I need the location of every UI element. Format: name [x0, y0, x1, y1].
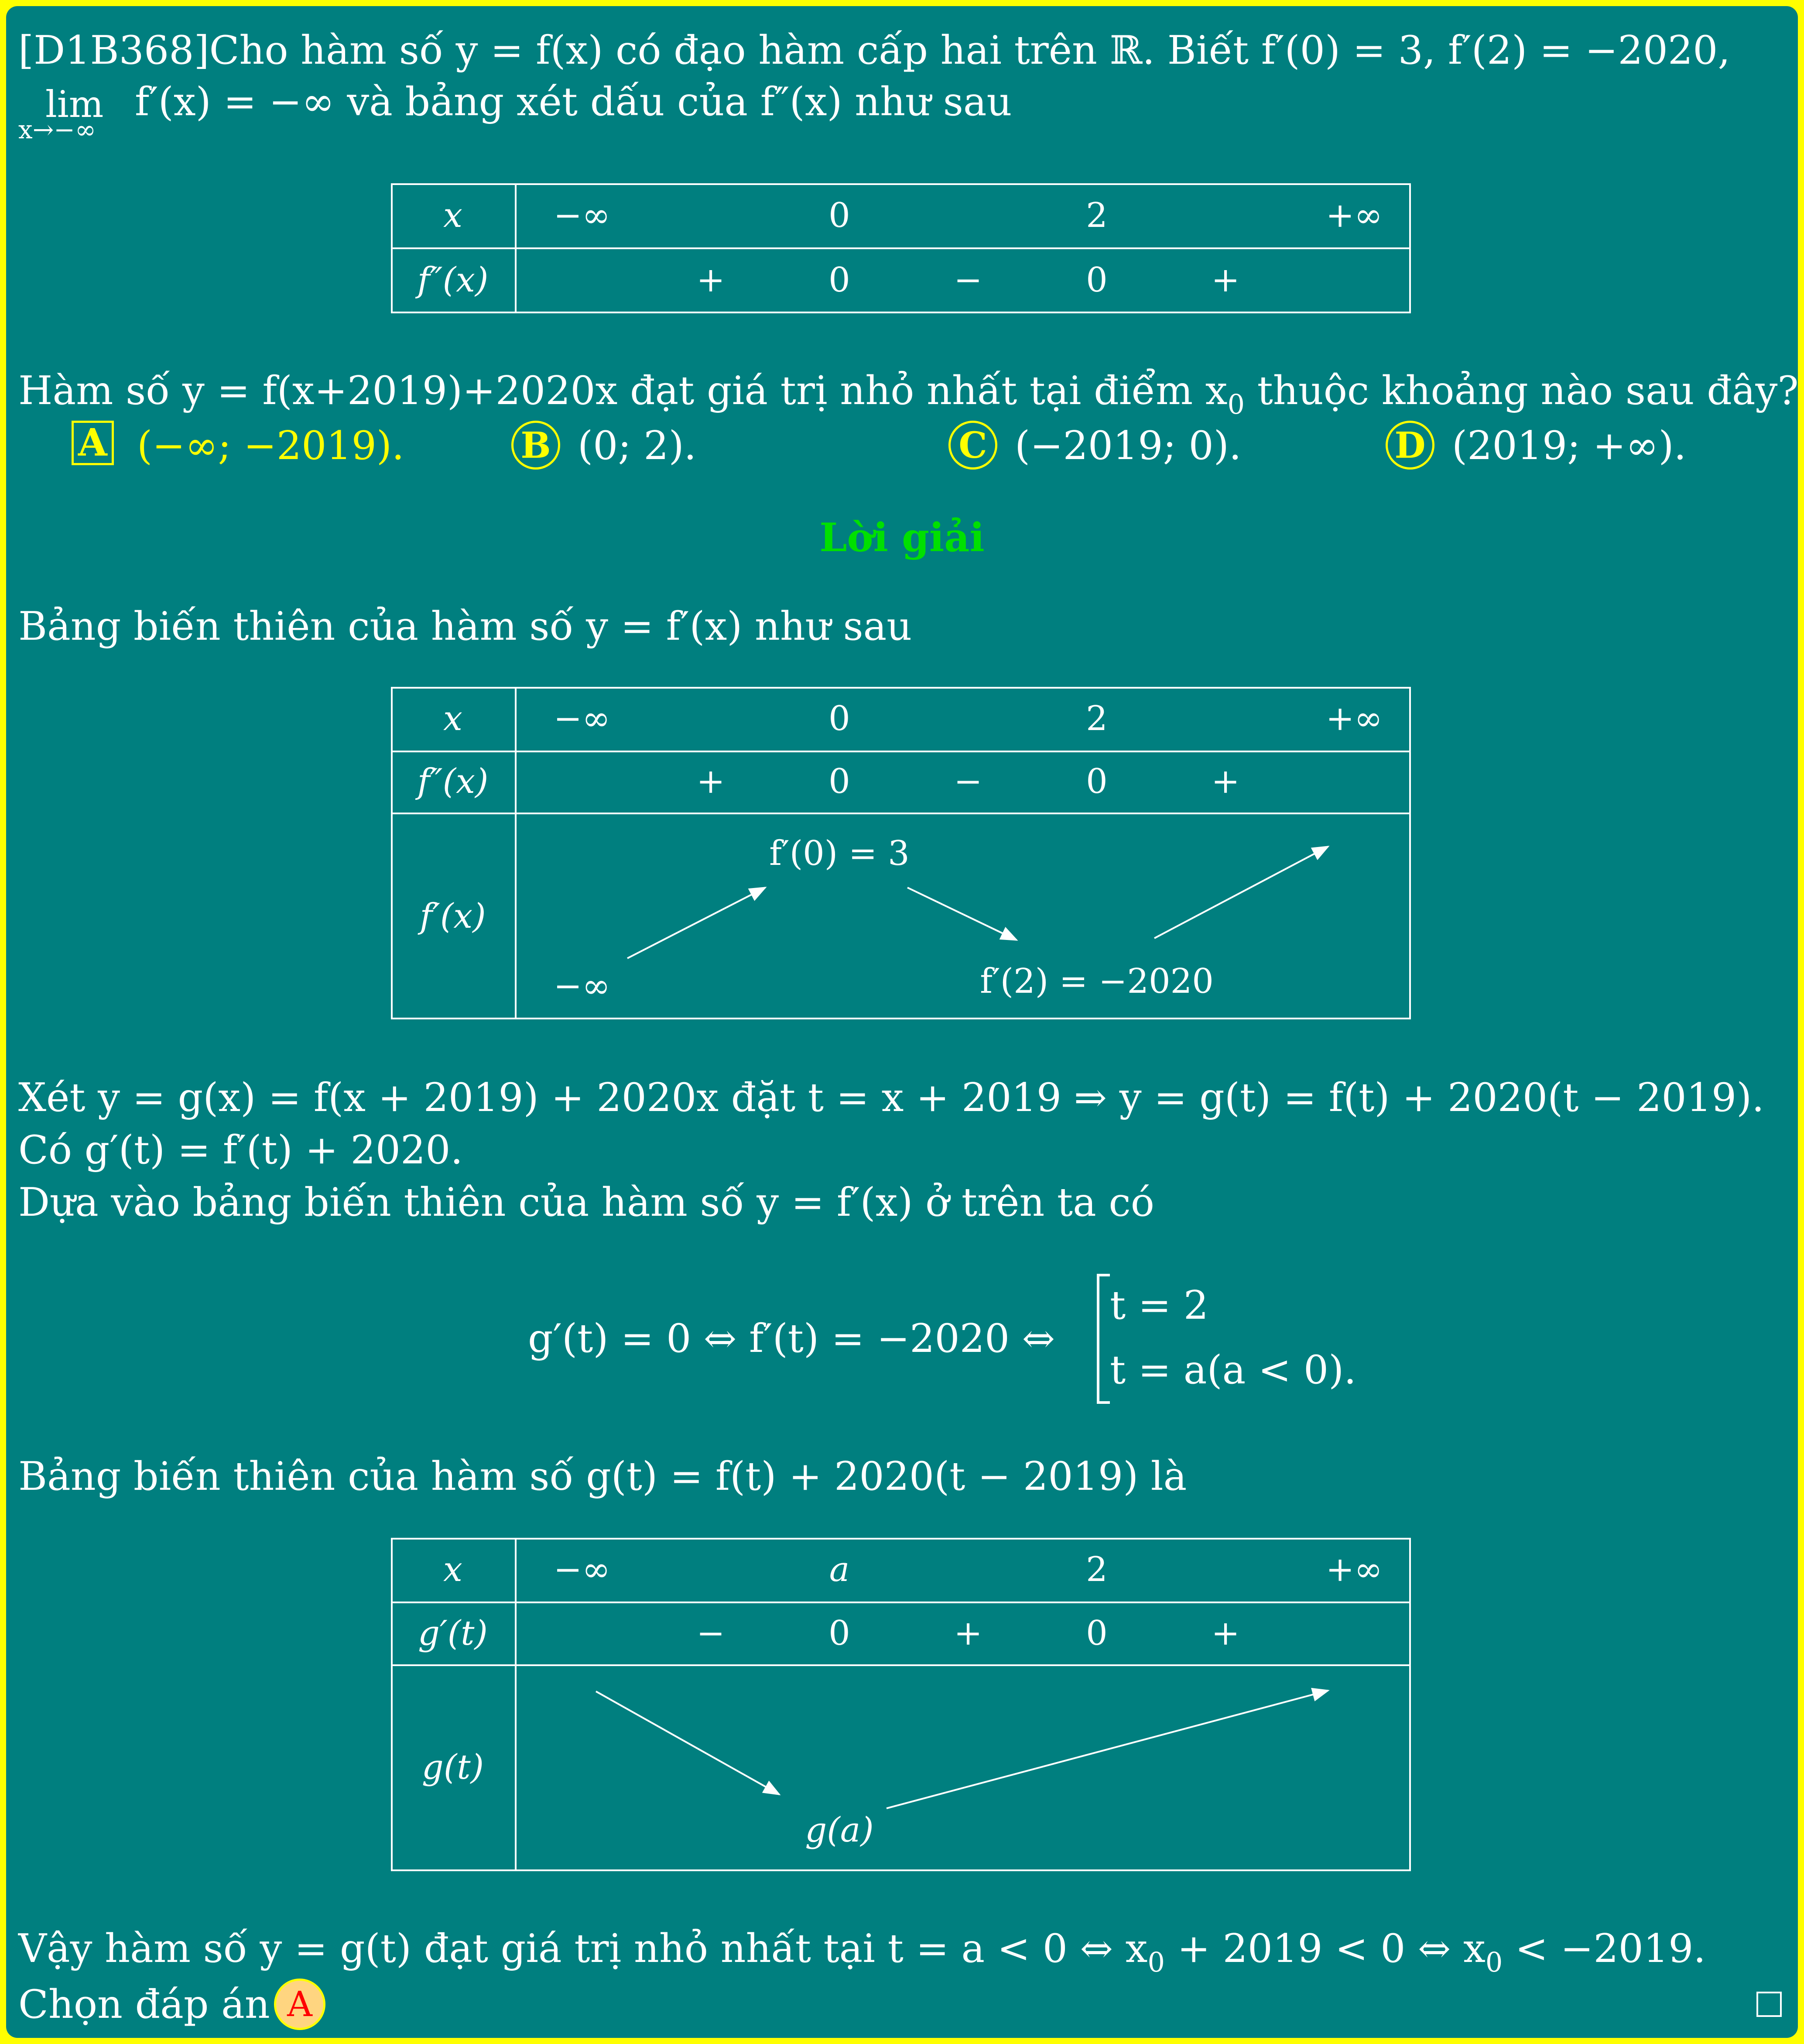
vt2-value: g(a) [805, 1811, 874, 1850]
qed-square-icon [1756, 1992, 1782, 2017]
equation-case: t = a(a < 0). [1110, 1347, 1356, 1393]
vt2-x-value: a [829, 1550, 850, 1589]
vt1-arrow-increase [1154, 846, 1330, 939]
solution-paragraph: Bảng biến thiên của hàm số g(t) = f(t) +… [18, 1454, 1187, 1499]
solution-paragraph: Dựa vào bảng biến thiên của hàm số y = f… [18, 1180, 1154, 1225]
vt1-arrow-increase [627, 887, 767, 959]
vt2-func-label: g(t) [421, 1748, 484, 1787]
final-answer-badge: A [274, 1979, 325, 2030]
case-bracket [1097, 1274, 1110, 1404]
vt2-sign: + [954, 1614, 982, 1653]
vt2-x-value: +∞ [1325, 1550, 1383, 1589]
vt2-x-label: x [443, 1550, 462, 1589]
table-divider [391, 1602, 1411, 1603]
solution-paragraph: Có g′(t) = f′(t) + 2020. [18, 1127, 463, 1173]
table-divider [515, 1538, 517, 1871]
choose-answer-text: Chọn đáp án [18, 1982, 270, 2027]
document-page: [D1B368]Cho hàm số y = f(x) có đạo hàm c… [6, 6, 1798, 2038]
vt2-sign: 0 [828, 1614, 850, 1653]
solution-conclusion: Vậy hàm số y = g(t) đạt giá trị nhỏ nhất… [18, 1926, 1706, 1978]
vt2-sign-label: g′(t) [418, 1614, 488, 1653]
equation-case: t = 2 [1110, 1283, 1209, 1328]
vt2-x-value: 2 [1086, 1550, 1108, 1589]
equation-left: g′(t) = 0 ⇔ f′(t) = −2020 ⇔ [528, 1316, 1055, 1362]
vt2-sign: 0 [1086, 1614, 1108, 1653]
vt1-arrow-decrease [907, 887, 1018, 941]
solution-paragraph: Xét y = g(x) = f(x + 2019) + 2020x đặt t… [18, 1075, 1764, 1121]
vt2-sign: − [696, 1614, 725, 1653]
vt2-sign: + [1211, 1614, 1240, 1653]
vt2-x-value: −∞ [553, 1550, 611, 1589]
table-divider [391, 1664, 1411, 1666]
